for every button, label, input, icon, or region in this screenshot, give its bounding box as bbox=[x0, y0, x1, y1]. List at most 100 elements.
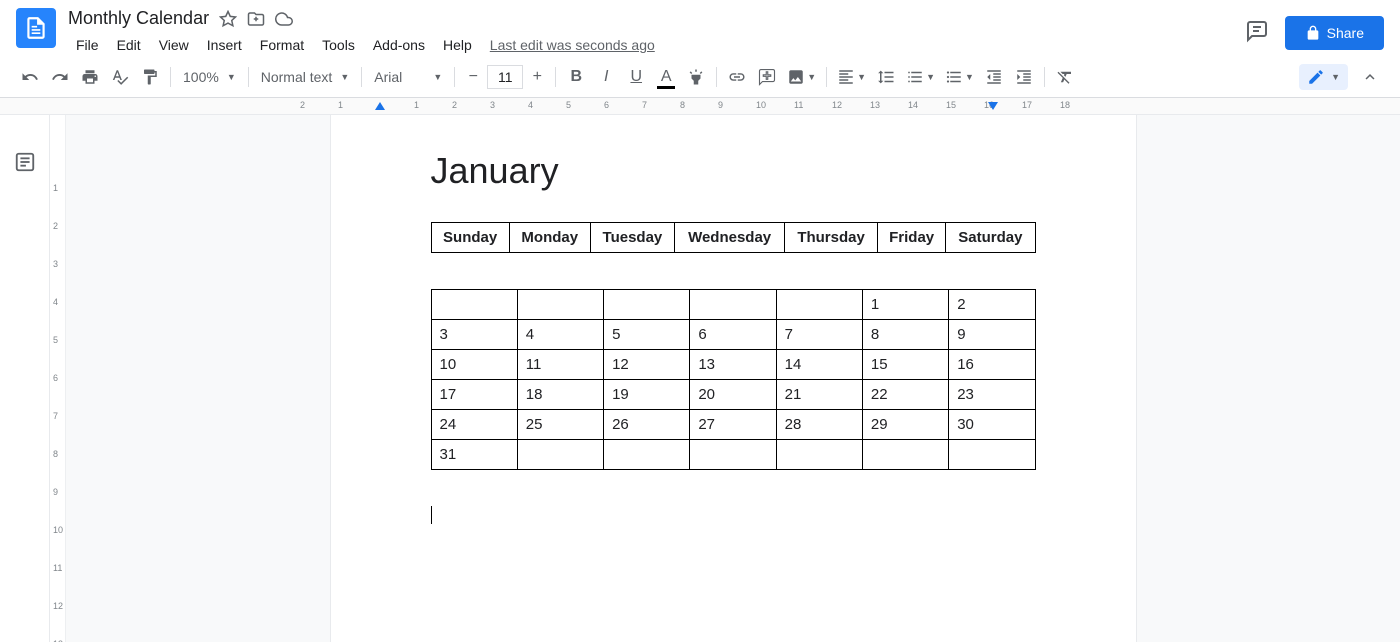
day-cell[interactable]: 4 bbox=[517, 320, 603, 350]
day-cell[interactable]: 3 bbox=[431, 320, 517, 350]
day-cell[interactable]: 22 bbox=[862, 380, 948, 410]
paragraph-style-select[interactable]: Normal text▼ bbox=[255, 63, 356, 91]
day-cell[interactable]: 6 bbox=[690, 320, 776, 350]
menu-addons[interactable]: Add-ons bbox=[365, 33, 433, 57]
horizontal-ruler[interactable]: 21123456789101112131415161718 bbox=[0, 98, 1400, 115]
day-cell[interactable] bbox=[690, 440, 776, 470]
star-icon[interactable] bbox=[219, 10, 237, 28]
calendar-days-table[interactable]: 1234567891011121314151617181920212223242… bbox=[431, 289, 1036, 470]
day-cell[interactable]: 12 bbox=[604, 350, 690, 380]
zoom-select[interactable]: 100%▼ bbox=[177, 63, 242, 91]
font-size-decrease[interactable]: − bbox=[461, 65, 485, 89]
docs-app-icon[interactable] bbox=[16, 8, 56, 48]
day-cell[interactable]: 24 bbox=[431, 410, 517, 440]
italic-button[interactable]: I bbox=[592, 63, 620, 91]
menu-format[interactable]: Format bbox=[252, 33, 312, 57]
day-cell[interactable]: 16 bbox=[949, 350, 1035, 380]
insert-link-button[interactable] bbox=[723, 63, 751, 91]
move-icon[interactable] bbox=[247, 10, 265, 28]
font-size-input[interactable]: 11 bbox=[487, 65, 523, 89]
comments-icon[interactable] bbox=[1245, 19, 1269, 48]
page[interactable]: January SundayMondayTuesdayWednesdayThur… bbox=[331, 115, 1136, 642]
font-select[interactable]: Arial▼ bbox=[368, 63, 448, 91]
paint-format-button[interactable] bbox=[136, 63, 164, 91]
weekday-cell[interactable]: Friday bbox=[878, 223, 946, 253]
undo-button[interactable] bbox=[16, 63, 44, 91]
day-cell[interactable]: 13 bbox=[690, 350, 776, 380]
day-cell[interactable] bbox=[690, 290, 776, 320]
menu-help[interactable]: Help bbox=[435, 33, 480, 57]
indent-decrease-button[interactable] bbox=[980, 63, 1008, 91]
spellcheck-button[interactable] bbox=[106, 63, 134, 91]
day-cell[interactable]: 30 bbox=[949, 410, 1035, 440]
last-edit-link[interactable]: Last edit was seconds ago bbox=[490, 37, 655, 53]
indent-increase-button[interactable] bbox=[1010, 63, 1038, 91]
menu-tools[interactable]: Tools bbox=[314, 33, 363, 57]
day-cell[interactable]: 28 bbox=[776, 410, 862, 440]
day-cell[interactable]: 21 bbox=[776, 380, 862, 410]
day-cell[interactable]: 10 bbox=[431, 350, 517, 380]
day-cell[interactable] bbox=[776, 440, 862, 470]
menu-view[interactable]: View bbox=[151, 33, 197, 57]
weekday-cell[interactable]: Wednesday bbox=[675, 223, 785, 253]
align-button[interactable]: ▼ bbox=[833, 63, 870, 91]
day-cell[interactable]: 14 bbox=[776, 350, 862, 380]
day-cell[interactable]: 1 bbox=[862, 290, 948, 320]
day-cell[interactable]: 15 bbox=[862, 350, 948, 380]
add-comment-button[interactable] bbox=[753, 63, 781, 91]
day-cell[interactable]: 2 bbox=[949, 290, 1035, 320]
redo-button[interactable] bbox=[46, 63, 74, 91]
insert-image-button[interactable]: ▼ bbox=[783, 63, 820, 91]
day-cell[interactable]: 11 bbox=[517, 350, 603, 380]
day-cell[interactable] bbox=[431, 290, 517, 320]
underline-button[interactable]: U bbox=[622, 63, 650, 91]
day-cell[interactable]: 8 bbox=[862, 320, 948, 350]
day-cell[interactable]: 9 bbox=[949, 320, 1035, 350]
menu-file[interactable]: File bbox=[68, 33, 107, 57]
day-cell[interactable] bbox=[862, 440, 948, 470]
font-size-increase[interactable]: + bbox=[525, 65, 549, 89]
document-title[interactable]: Monthly Calendar bbox=[68, 8, 209, 29]
day-cell[interactable]: 31 bbox=[431, 440, 517, 470]
clear-formatting-button[interactable] bbox=[1051, 63, 1079, 91]
day-cell[interactable]: 29 bbox=[862, 410, 948, 440]
menu-edit[interactable]: Edit bbox=[109, 33, 149, 57]
weekday-cell[interactable]: Sunday bbox=[431, 223, 509, 253]
day-cell[interactable]: 19 bbox=[604, 380, 690, 410]
day-cell[interactable]: 25 bbox=[517, 410, 603, 440]
day-cell[interactable] bbox=[517, 290, 603, 320]
outline-icon[interactable] bbox=[14, 151, 36, 178]
bold-button[interactable]: B bbox=[562, 63, 590, 91]
day-cell[interactable]: 18 bbox=[517, 380, 603, 410]
print-button[interactable] bbox=[76, 63, 104, 91]
vertical-ruler[interactable]: 12345678910111213 bbox=[50, 115, 66, 642]
weekday-cell[interactable]: Saturday bbox=[946, 223, 1035, 253]
day-cell[interactable]: 5 bbox=[604, 320, 690, 350]
day-cell[interactable]: 26 bbox=[604, 410, 690, 440]
day-cell[interactable] bbox=[604, 440, 690, 470]
weekday-cell[interactable]: Thursday bbox=[785, 223, 878, 253]
bullet-list-button[interactable]: ▼ bbox=[941, 63, 978, 91]
weekday-cell[interactable]: Monday bbox=[509, 223, 590, 253]
text-color-button[interactable]: A bbox=[652, 63, 680, 91]
workspace[interactable]: 12345678910111213 January SundayMondayTu… bbox=[50, 115, 1400, 642]
day-cell[interactable]: 17 bbox=[431, 380, 517, 410]
day-cell[interactable] bbox=[517, 440, 603, 470]
weekday-header-table[interactable]: SundayMondayTuesdayWednesdayThursdayFrid… bbox=[431, 222, 1036, 253]
page-title[interactable]: January bbox=[431, 150, 1036, 192]
day-cell[interactable] bbox=[949, 440, 1035, 470]
day-cell[interactable]: 23 bbox=[949, 380, 1035, 410]
weekday-cell[interactable]: Tuesday bbox=[590, 223, 674, 253]
day-cell[interactable]: 27 bbox=[690, 410, 776, 440]
day-cell[interactable] bbox=[776, 290, 862, 320]
day-cell[interactable]: 20 bbox=[690, 380, 776, 410]
collapse-toolbar-button[interactable] bbox=[1356, 63, 1384, 91]
day-cell[interactable] bbox=[604, 290, 690, 320]
day-cell[interactable]: 7 bbox=[776, 320, 862, 350]
cloud-status-icon[interactable] bbox=[275, 10, 293, 28]
share-button[interactable]: Share bbox=[1285, 16, 1384, 50]
line-spacing-button[interactable] bbox=[872, 63, 900, 91]
editing-mode-button[interactable]: ▼ bbox=[1299, 64, 1348, 90]
highlight-button[interactable] bbox=[682, 63, 710, 91]
checklist-button[interactable]: ▼ bbox=[902, 63, 939, 91]
